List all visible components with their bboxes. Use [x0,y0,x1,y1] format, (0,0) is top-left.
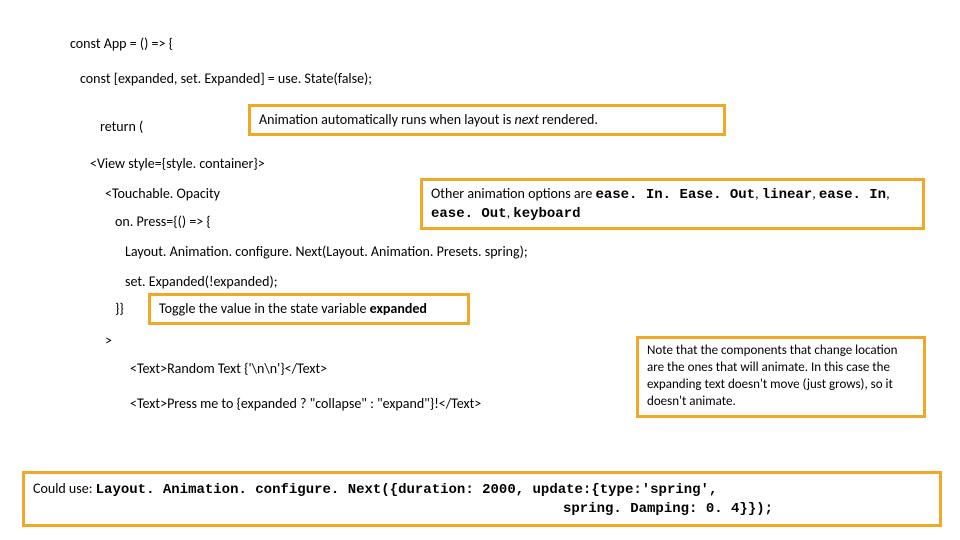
code-line-6: on. Press={() => { [115,213,211,230]
opt-ease-in-out: ease. In. Ease. Out [595,187,755,203]
opt-ease-out: ease. Out [431,206,507,222]
callout-auto-animation: Animation automatically runs when layout… [248,104,726,136]
code-line-5: <Touchable. Opacity [105,185,220,202]
could-use-code-2: spring. Damping: 0. 4}}); [563,501,773,517]
sep: , [886,185,890,202]
callout-toggle: Toggle the value in the state variable e… [148,293,470,325]
callout-could-use: Could use: Layout. Animation. configure.… [22,471,942,527]
could-use-label: Could use: [33,480,96,497]
could-use-code-1: Layout. Animation. configure. Next({dura… [96,482,718,498]
opt-linear: linear [762,187,812,203]
callout-text: Toggle the value in the state variable [159,300,370,317]
callout-note: Note that the components that change loc… [636,336,926,418]
code-line-11: <Text>Random Text {'\n\n'}</Text> [130,360,327,377]
callout-bold: expanded [370,300,427,317]
callout-options: Other animation options are ease. In. Ea… [420,178,925,230]
opt-ease-in: ease. In [819,187,886,203]
code-line-1: const App = () => { [70,35,173,52]
opt-keyboard: keyboard [513,206,580,222]
sep: , [812,185,819,202]
callout-italic: next [515,111,539,128]
callout-text: Animation automatically runs when layout… [259,111,515,128]
code-line-8: set. Expanded(!expanded); [125,273,277,290]
code-line-9: }} [115,300,124,317]
code-line-4: <View style={style. container}> [90,155,265,172]
sep: , [755,185,762,202]
code-line-3: return ( [100,118,143,135]
code-line-10: > [105,332,112,349]
callout-text: Other animation options are [431,185,595,202]
code-line-2: const [expanded, set. Expanded] = use. S… [80,70,372,87]
code-line-12: <Text>Press me to {expanded ? "collapse"… [130,395,481,412]
callout-text-post: rendered. [539,111,598,128]
code-line-7: Layout. Animation. configure. Next(Layou… [125,243,528,260]
